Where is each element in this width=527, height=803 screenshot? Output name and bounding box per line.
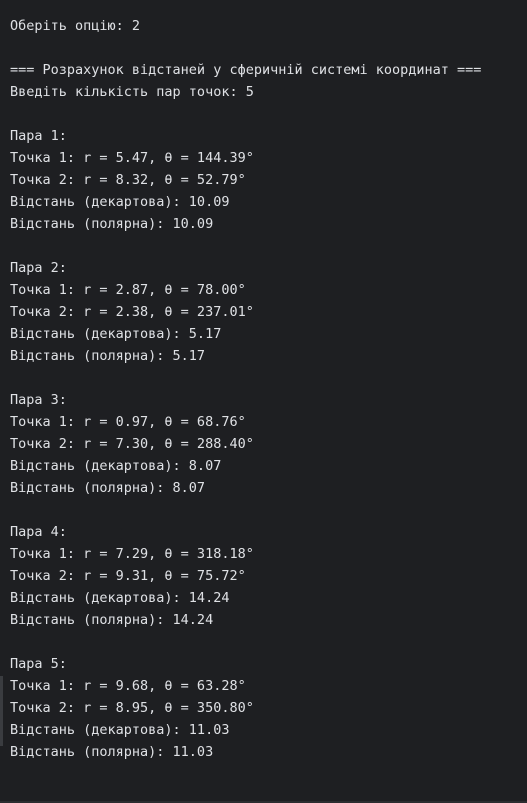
terminal-output[interactable]: Оберіть опцію: 2 === Розрахунок відстане…	[0, 0, 527, 803]
pair-3-point-1: Точка 1: r = 0.97, θ = 68.76°	[10, 414, 246, 430]
pair-4-distance-cartesian: Відстань (декартова): 14.24	[10, 590, 230, 606]
pair-3-distance-polar: Відстань (полярна): 8.07	[10, 480, 206, 496]
pair-2-distance-cartesian: Відстань (декартова): 5.17	[10, 326, 222, 342]
pair-3-point-2: Точка 2: r = 7.30, θ = 288.40°	[10, 436, 254, 452]
pair-4-distance-polar: Відстань (полярна): 14.24	[10, 612, 214, 628]
prompt-pair-count-line: Введіть кількість пар точок: 5	[10, 84, 254, 100]
pair-2-header: Пара 2:	[10, 260, 67, 276]
pair-5-distance-cartesian: Відстань (декартова): 11.03	[10, 722, 230, 738]
scroll-rail[interactable]	[0, 676, 3, 746]
pair-3-header: Пара 3:	[10, 392, 67, 408]
pair-5-distance-polar: Відстань (полярна): 11.03	[10, 744, 214, 760]
prompt-option-line: Оберіть опцію: 2	[10, 18, 141, 34]
pair-1-point-1: Точка 1: r = 5.47, θ = 144.39°	[10, 150, 254, 166]
pair-3-distance-cartesian: Відстань (декартова): 8.07	[10, 458, 222, 474]
pair-2-point-2: Точка 2: r = 2.38, θ = 237.01°	[10, 304, 254, 320]
pair-4-point-1: Точка 1: r = 7.29, θ = 318.18°	[10, 546, 254, 562]
pair-2-distance-polar: Відстань (полярна): 5.17	[10, 348, 206, 364]
pair-1-point-2: Точка 2: r = 8.32, θ = 52.79°	[10, 172, 246, 188]
pair-4-point-2: Точка 2: r = 9.31, θ = 75.72°	[10, 568, 246, 584]
pair-4-header: Пара 4:	[10, 524, 67, 540]
section-header: === Розрахунок відстаней у сферичній сис…	[10, 62, 482, 78]
pair-1-header: Пара 1:	[10, 128, 67, 144]
pair-5-point-1: Точка 1: r = 9.68, θ = 63.28°	[10, 678, 246, 694]
pair-1-distance-polar: Відстань (полярна): 10.09	[10, 216, 214, 232]
pair-5-point-2: Точка 2: r = 8.95, θ = 350.80°	[10, 700, 254, 716]
pair-2-point-1: Точка 1: r = 2.87, θ = 78.00°	[10, 282, 246, 298]
pair-1-distance-cartesian: Відстань (декартова): 10.09	[10, 194, 230, 210]
pair-5-header: Пара 5:	[10, 656, 67, 672]
